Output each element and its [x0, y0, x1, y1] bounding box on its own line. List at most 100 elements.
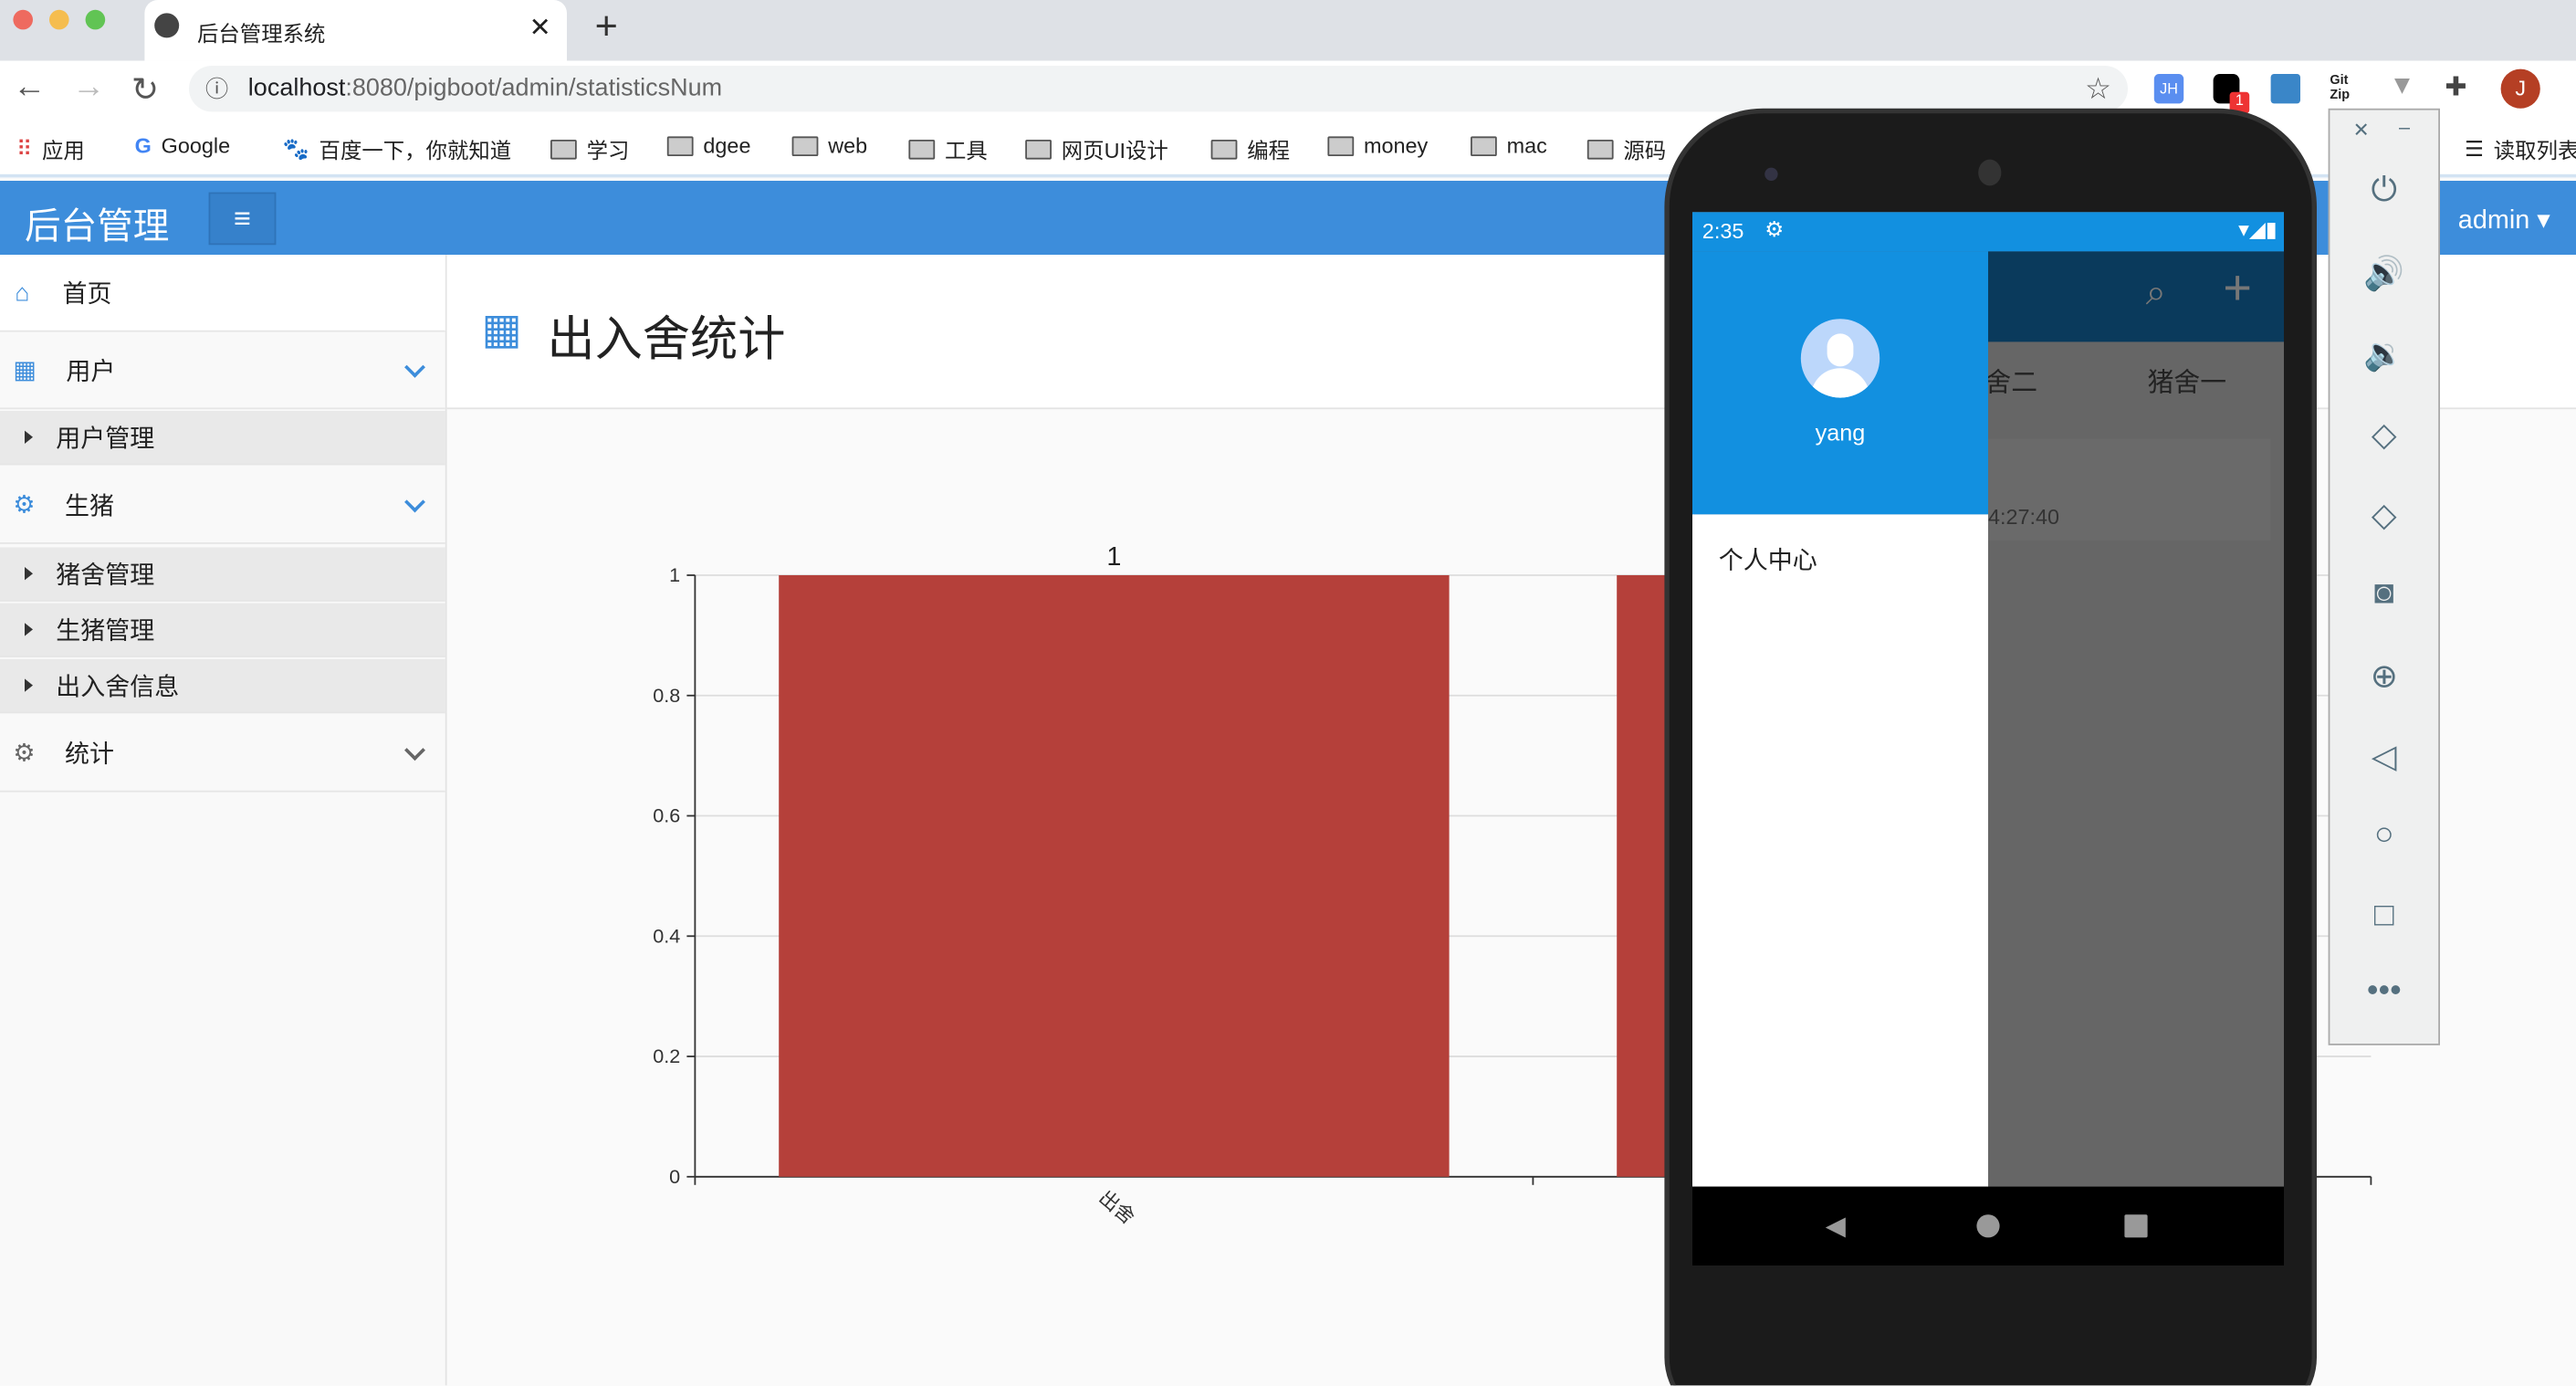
sidebar-item-users[interactable]: ▦ 用户	[0, 332, 445, 410]
tab-pigsty-one[interactable]: 猪舍一	[2148, 360, 2226, 399]
sidebar-subitem-pigsty[interactable]: 猪舍管理	[0, 547, 445, 602]
phone-screen: 2:35 ⚙ ▾◢▮ ⌕ + 舍二 猪舍一 4:27:40 yang 个人中心 …	[1692, 212, 2284, 1266]
jh-extension-icon[interactable]: JH	[2153, 74, 2184, 104]
home-icon[interactable]: ○	[2330, 817, 2438, 855]
close-tab-icon[interactable]: ✕	[529, 12, 551, 45]
sidebar-item-label: 首页	[62, 279, 112, 309]
vue-devtools-icon[interactable]: ▼	[2389, 72, 2415, 101]
rotate-left-icon[interactable]: ◇	[2330, 415, 2438, 456]
overview-icon[interactable]: □	[2330, 898, 2438, 935]
maximize-window-button[interactable]	[85, 9, 106, 30]
minimize-icon[interactable]: –	[2399, 115, 2410, 138]
more-icon[interactable]: •••	[2330, 973, 2438, 1011]
profile-avatar[interactable]: J	[2500, 68, 2540, 109]
bookmark-folder[interactable]: 网页UI设计	[1025, 133, 1168, 164]
caret-right-icon	[25, 623, 33, 636]
settings-icon: ⚙	[1764, 216, 1785, 242]
plus-icon[interactable]: +	[2223, 261, 2252, 317]
table-icon: ▦	[481, 304, 522, 353]
sidebar-item-pigs[interactable]: ⚙ 生猪	[0, 467, 445, 544]
browser-tab[interactable]: 后台管理系统 ✕	[144, 0, 567, 61]
bookmark-label: 百度一下，你就知道	[319, 138, 512, 163]
gitzip-icon[interactable]: Git Zip	[2330, 72, 2350, 101]
search-icon[interactable]: ⌕	[2146, 271, 2166, 314]
app-toolbar-dimmed: ⌕ +	[1988, 251, 2284, 342]
bookmark-label: 读取列表	[2493, 138, 2576, 163]
reading-list-icon: ☰	[2465, 135, 2484, 161]
bookmark-folder[interactable]: money	[1327, 133, 1428, 158]
sidebar-item-home[interactable]: ⌂ 首页	[0, 255, 445, 332]
bookmark-label: mac	[1506, 132, 1547, 158]
drawer-item-profile[interactable]: 个人中心	[1719, 542, 1817, 577]
forward-button[interactable]: →	[72, 69, 105, 107]
y-tick-label: 0.6	[653, 804, 680, 827]
home-icon: ⌂	[15, 278, 30, 307]
volume-up-icon[interactable]: 🔊	[2330, 253, 2438, 294]
sidebar-item-label: 生猪管理	[56, 616, 155, 646]
bar-data-label: 1	[1106, 542, 1121, 572]
rotate-right-icon[interactable]: ◇	[2330, 495, 2438, 536]
sidebar-item-label: 生猪	[65, 492, 115, 520]
y-tick-label: 0	[669, 1165, 680, 1188]
chevron-down-icon	[404, 740, 425, 761]
bookmark-label: 工具	[945, 138, 988, 163]
apps-grid-icon: ⠿	[16, 135, 33, 161]
bookmark-label: 编程	[1247, 138, 1291, 163]
address-bar[interactable]: ⓘ localhost:8080/pigboot/admin/statistic…	[189, 66, 2128, 112]
bookmark-google[interactable]: G Google	[135, 133, 230, 158]
folder-icon	[1210, 139, 1238, 159]
bookmark-folder[interactable]: 学习	[550, 133, 629, 164]
recents-nav-icon[interactable]	[2124, 1214, 2148, 1238]
bookmark-folder[interactable]: 源码	[1586, 133, 1667, 164]
y-tick-label: 1	[669, 563, 680, 586]
bookmark-label: 源码	[1623, 138, 1667, 163]
sidebar-item-label: 用户管理	[56, 425, 155, 453]
back-button[interactable]: ←	[13, 69, 46, 107]
sidebar-subitem-user-management[interactable]: 用户管理	[0, 411, 445, 466]
close-icon[interactable]: ✕	[2353, 119, 2370, 142]
sidebar-subitem-in-out-info[interactable]: 出入舍信息	[0, 658, 445, 714]
status-bar: 2:35 ⚙ ▾◢▮	[1692, 212, 2284, 252]
gear-icon: ⚙	[13, 740, 36, 768]
zoom-icon[interactable]: ⊕	[2330, 656, 2438, 697]
sidebar-subitem-pig-management[interactable]: 生猪管理	[0, 603, 445, 657]
bookmark-apps[interactable]: ⠿ 应用	[16, 133, 85, 164]
url-host: localhost	[247, 74, 346, 102]
bookmark-label: 网页UI设计	[1061, 138, 1168, 163]
bookmark-folder[interactable]: web	[791, 133, 867, 158]
power-icon[interactable]: ⏻	[2330, 173, 2438, 210]
s-extension-icon[interactable]	[2270, 74, 2300, 104]
sidebar-item-label: 用户	[66, 357, 116, 386]
back-nav-icon[interactable]: ◀	[1826, 1210, 1846, 1243]
minimize-window-button[interactable]	[49, 9, 69, 30]
camera-screenshot-icon[interactable]: ◙	[2330, 575, 2438, 613]
tab-pigsty-two[interactable]: 舍二	[1984, 360, 2037, 399]
bookmark-folder[interactable]: mac	[1471, 133, 1547, 158]
drawer-header: yang	[1692, 251, 1988, 515]
camera-icon	[1764, 167, 1778, 181]
app-title: 后台管理	[25, 205, 170, 247]
menu-toggle-button[interactable]: ≡	[208, 192, 277, 246]
folder-icon	[791, 135, 819, 156]
home-nav-icon[interactable]	[1976, 1214, 2000, 1238]
baidu-paw-icon: 🐾	[282, 135, 309, 161]
bookmark-folder[interactable]: 工具	[908, 133, 988, 164]
bookmark-folder[interactable]: dgee	[666, 133, 750, 158]
y-tick-label: 0.8	[653, 684, 680, 707]
reload-button[interactable]: ↻	[131, 69, 159, 110]
volume-down-icon[interactable]: 🔉	[2330, 333, 2438, 374]
bookmark-folder[interactable]: 编程	[1210, 133, 1291, 164]
user-menu[interactable]: admin ▾	[2458, 204, 2550, 236]
avatar[interactable]	[1800, 319, 1880, 398]
bookmark-label: 应用	[41, 138, 85, 163]
star-icon[interactable]: ☆	[2085, 66, 2111, 111]
reading-list-button[interactable]: ☰ 读取列表	[2465, 133, 2576, 164]
y-tick-label: 0.2	[653, 1045, 680, 1067]
close-window-button[interactable]	[13, 9, 33, 30]
puzzle-icon[interactable]: ✚	[2445, 70, 2466, 103]
new-tab-button[interactable]: +	[595, 5, 618, 50]
back-icon[interactable]: ◁	[2330, 736, 2438, 777]
sidebar-item-statistics[interactable]: ⚙ 统计	[0, 715, 445, 793]
caret-right-icon	[25, 430, 33, 444]
bookmark-baidu[interactable]: 🐾 百度一下，你就知道	[283, 133, 512, 164]
